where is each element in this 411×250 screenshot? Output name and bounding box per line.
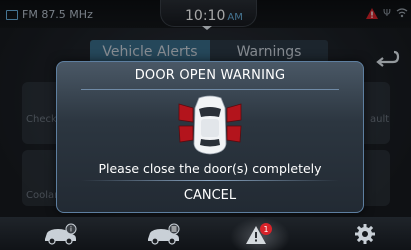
gear-icon xyxy=(355,223,375,244)
warning-icon: 1 xyxy=(246,222,272,244)
car-info-icon: i xyxy=(45,223,77,245)
dialog-divider xyxy=(81,89,339,90)
dialog-message: Please close the door(s) completely xyxy=(98,161,322,176)
car-service-icon xyxy=(148,223,180,245)
cancel-button[interactable]: CANCEL xyxy=(147,182,273,208)
nav-settings[interactable] xyxy=(345,217,385,250)
bottom-nav: i 1 xyxy=(0,217,411,250)
dialog-title: DOOR OPEN WARNING xyxy=(134,68,286,83)
nav-car-service[interactable] xyxy=(138,217,188,250)
svg-text:i: i xyxy=(70,225,72,233)
dialog-divider xyxy=(81,180,339,181)
nav-car-info[interactable]: i xyxy=(35,217,85,250)
nav-warnings[interactable]: 1 xyxy=(230,217,290,250)
car-doors-open-icon xyxy=(178,95,242,155)
svg-text:1: 1 xyxy=(263,225,268,234)
door-open-warning-dialog: DOOR OPEN WARNING Please close the door(… xyxy=(56,61,364,213)
